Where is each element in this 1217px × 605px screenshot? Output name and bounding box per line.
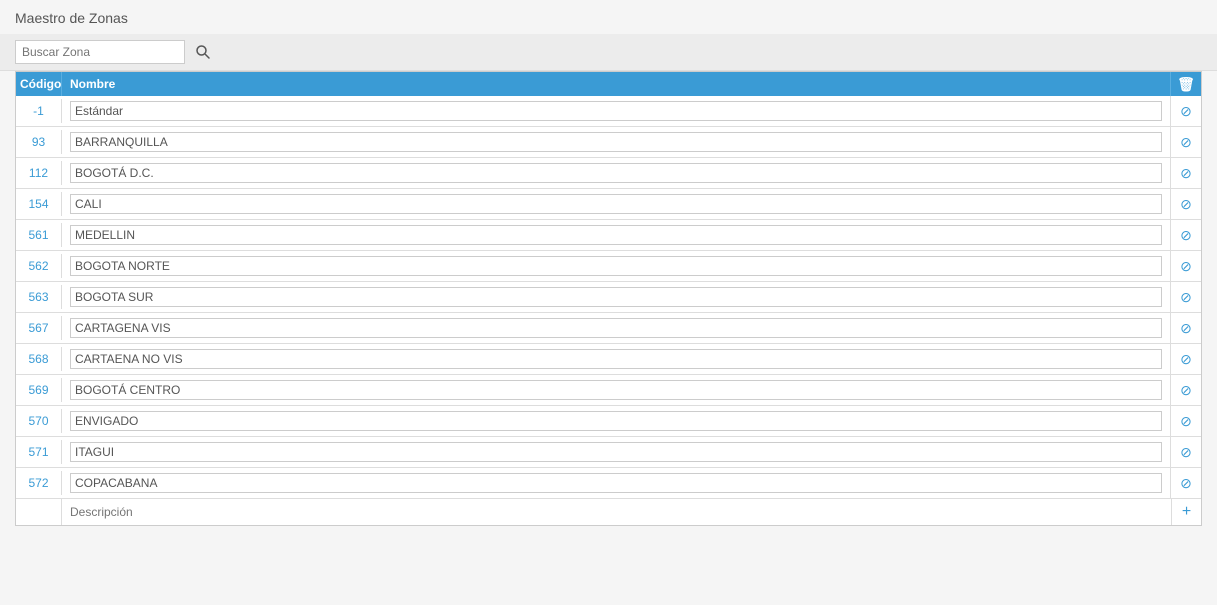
row-ban-action[interactable]: ⊘	[1171, 348, 1201, 371]
nombre-input[interactable]	[70, 442, 1162, 462]
table-header: Código Nombre 🗑	[16, 72, 1201, 96]
row-codigo: 567	[16, 316, 62, 340]
row-nombre[interactable]	[62, 375, 1171, 405]
search-bar	[0, 34, 1217, 71]
nombre-input[interactable]	[70, 380, 1162, 400]
table-row: 93 ⊘	[16, 127, 1201, 158]
nombre-input[interactable]	[70, 225, 1162, 245]
search-icon	[195, 44, 211, 60]
nombre-input[interactable]	[70, 287, 1162, 307]
row-codigo: 154	[16, 192, 62, 216]
header-nombre: Nombre	[62, 72, 1171, 96]
add-description-input[interactable]	[62, 500, 1171, 524]
table-row: 112 ⊘	[16, 158, 1201, 189]
row-ban-action[interactable]: ⊘	[1171, 162, 1201, 185]
ban-icon[interactable]: ⊘	[1180, 134, 1192, 151]
nombre-input[interactable]	[70, 473, 1162, 493]
table-row: 563 ⊘	[16, 282, 1201, 313]
ban-icon[interactable]: ⊘	[1180, 165, 1192, 182]
row-codigo: 572	[16, 471, 62, 495]
nombre-input[interactable]	[70, 411, 1162, 431]
ban-icon[interactable]: ⊘	[1180, 320, 1192, 337]
row-ban-action[interactable]: ⊘	[1171, 441, 1201, 464]
row-ban-action[interactable]: ⊘	[1171, 472, 1201, 495]
row-codigo: 569	[16, 378, 62, 402]
row-nombre[interactable]	[62, 344, 1171, 374]
nombre-input[interactable]	[70, 194, 1162, 214]
row-codigo: 570	[16, 409, 62, 433]
row-ban-action[interactable]: ⊘	[1171, 255, 1201, 278]
row-ban-action[interactable]: ⊘	[1171, 410, 1201, 433]
nombre-input[interactable]	[70, 318, 1162, 338]
row-nombre[interactable]	[62, 158, 1171, 188]
row-codigo: 112	[16, 161, 62, 185]
ban-icon[interactable]: ⊘	[1180, 103, 1192, 120]
ban-icon[interactable]: ⊘	[1180, 382, 1192, 399]
table-body: -1 ⊘ 93 ⊘ 112 ⊘ 154 ⊘ 561	[16, 96, 1201, 498]
row-nombre[interactable]	[62, 406, 1171, 436]
ban-icon[interactable]: ⊘	[1180, 258, 1192, 275]
row-codigo: 561	[16, 223, 62, 247]
search-input[interactable]	[15, 40, 185, 64]
row-codigo: 571	[16, 440, 62, 464]
row-nombre[interactable]	[62, 220, 1171, 250]
row-ban-action[interactable]: ⊘	[1171, 224, 1201, 247]
row-nombre[interactable]	[62, 189, 1171, 219]
row-ban-action[interactable]: ⊘	[1171, 131, 1201, 154]
table-row: 561 ⊘	[16, 220, 1201, 251]
row-nombre[interactable]	[62, 437, 1171, 467]
zones-table: Código Nombre 🗑 -1 ⊘ 93 ⊘ 112 ⊘ 154	[15, 71, 1202, 526]
nombre-input[interactable]	[70, 349, 1162, 369]
row-ban-action[interactable]: ⊘	[1171, 286, 1201, 309]
nombre-input[interactable]	[70, 132, 1162, 152]
row-ban-action[interactable]: ⊘	[1171, 317, 1201, 340]
table-row: 570 ⊘	[16, 406, 1201, 437]
row-ban-action[interactable]: ⊘	[1171, 379, 1201, 402]
add-button[interactable]: +	[1171, 499, 1201, 525]
row-codigo: 568	[16, 347, 62, 371]
ban-icon[interactable]: ⊘	[1180, 227, 1192, 244]
table-row: 572 ⊘	[16, 468, 1201, 498]
ban-icon[interactable]: ⊘	[1180, 444, 1192, 461]
row-nombre[interactable]	[62, 282, 1171, 312]
header-codigo: Código	[16, 72, 62, 96]
page-title: Maestro de Zonas	[0, 0, 1217, 34]
table-row: 567 ⊘	[16, 313, 1201, 344]
nombre-input[interactable]	[70, 256, 1162, 276]
row-nombre[interactable]	[62, 96, 1171, 126]
row-codigo: 562	[16, 254, 62, 278]
row-codigo: -1	[16, 99, 62, 123]
row-codigo: 93	[16, 130, 62, 154]
table-row: 154 ⊘	[16, 189, 1201, 220]
search-button[interactable]	[191, 40, 215, 64]
trash-icon: 🗑	[1177, 76, 1195, 93]
table-row: 562 ⊘	[16, 251, 1201, 282]
table-row: -1 ⊘	[16, 96, 1201, 127]
row-nombre[interactable]	[62, 127, 1171, 157]
table-row: 571 ⊘	[16, 437, 1201, 468]
table-row: 568 ⊘	[16, 344, 1201, 375]
row-codigo: 563	[16, 285, 62, 309]
row-ban-action[interactable]: ⊘	[1171, 193, 1201, 216]
add-row: +	[16, 498, 1201, 525]
ban-icon[interactable]: ⊘	[1180, 351, 1192, 368]
row-nombre[interactable]	[62, 468, 1171, 498]
row-nombre[interactable]	[62, 313, 1171, 343]
nombre-input[interactable]	[70, 163, 1162, 183]
nombre-input[interactable]	[70, 101, 1162, 121]
row-nombre[interactable]	[62, 251, 1171, 281]
row-ban-action[interactable]: ⊘	[1171, 100, 1201, 123]
ban-icon[interactable]: ⊘	[1180, 289, 1192, 306]
ban-icon[interactable]: ⊘	[1180, 413, 1192, 430]
table-row: 569 ⊘	[16, 375, 1201, 406]
ban-icon[interactable]: ⊘	[1180, 475, 1192, 492]
header-action: 🗑	[1171, 72, 1201, 96]
ban-icon[interactable]: ⊘	[1180, 196, 1192, 213]
